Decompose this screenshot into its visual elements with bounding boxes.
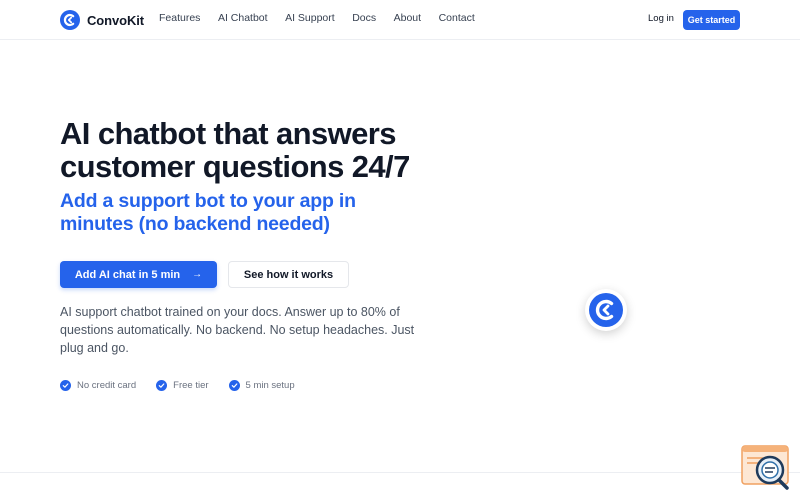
brand[interactable]: ConvoKit — [60, 10, 144, 30]
hero-subtitle-line-2: minutes (no backend needed) — [60, 213, 330, 235]
badge-label: Free tier — [173, 380, 209, 391]
nav-links: Features AI Chatbot AI Support Docs Abou… — [159, 12, 475, 24]
convokit-logo-icon — [60, 10, 80, 30]
add-ai-chat-label: Add AI chat in 5 min — [74, 268, 181, 281]
top-navbar: ConvoKit Features AI Chatbot AI Support … — [0, 0, 800, 40]
badge-free-tier: Free tier — [156, 380, 209, 391]
section-divider — [0, 472, 800, 473]
badge-label: No credit card — [77, 380, 137, 391]
brand-name: ConvoKit — [87, 12, 144, 28]
floating-logo — [585, 289, 627, 331]
check-circle-icon — [60, 380, 71, 391]
chat-widget-search-icon[interactable] — [741, 445, 791, 491]
nav-link-about[interactable]: About — [394, 12, 421, 24]
nav-link-contact[interactable]: Contact — [439, 12, 475, 24]
hero-description: AI support chatbot trained on your docs.… — [60, 305, 415, 355]
add-ai-chat-button[interactable]: Add AI chat in 5 min → — [60, 261, 217, 288]
arrow-right-icon: → — [192, 269, 203, 280]
nav-link-ai-chatbot[interactable]: AI Chatbot — [218, 12, 268, 24]
feature-badges: No credit card Free tier 5 min setup — [60, 380, 295, 391]
nav-link-features[interactable]: Features — [159, 12, 200, 24]
login-link[interactable]: Log in — [648, 13, 674, 24]
badge-5-min-setup: 5 min setup — [228, 380, 295, 391]
convokit-floating-logo-icon — [589, 293, 623, 327]
hero-title: AI chatbot that answers customer questio… — [60, 117, 480, 183]
see-how-it-works-button[interactable]: See how it works — [228, 261, 349, 288]
get-started-button[interactable]: Get started — [683, 10, 740, 30]
hero-title-line-2: customer questions 24/7 — [60, 149, 410, 184]
badge-no-credit-card: No credit card — [60, 380, 136, 391]
hero-title-line-1: AI chatbot that answers — [60, 116, 396, 151]
nav-link-ai-support[interactable]: AI Support — [285, 12, 335, 24]
hero-subtitle: Add a support bot to your app in minutes… — [60, 190, 420, 236]
badge-label: 5 min setup — [245, 380, 295, 391]
nav-link-docs[interactable]: Docs — [352, 12, 376, 24]
hero-subtitle-line-1: Add a support bot to your app in — [60, 190, 356, 212]
check-circle-icon — [156, 380, 168, 391]
check-circle-icon — [228, 380, 240, 391]
